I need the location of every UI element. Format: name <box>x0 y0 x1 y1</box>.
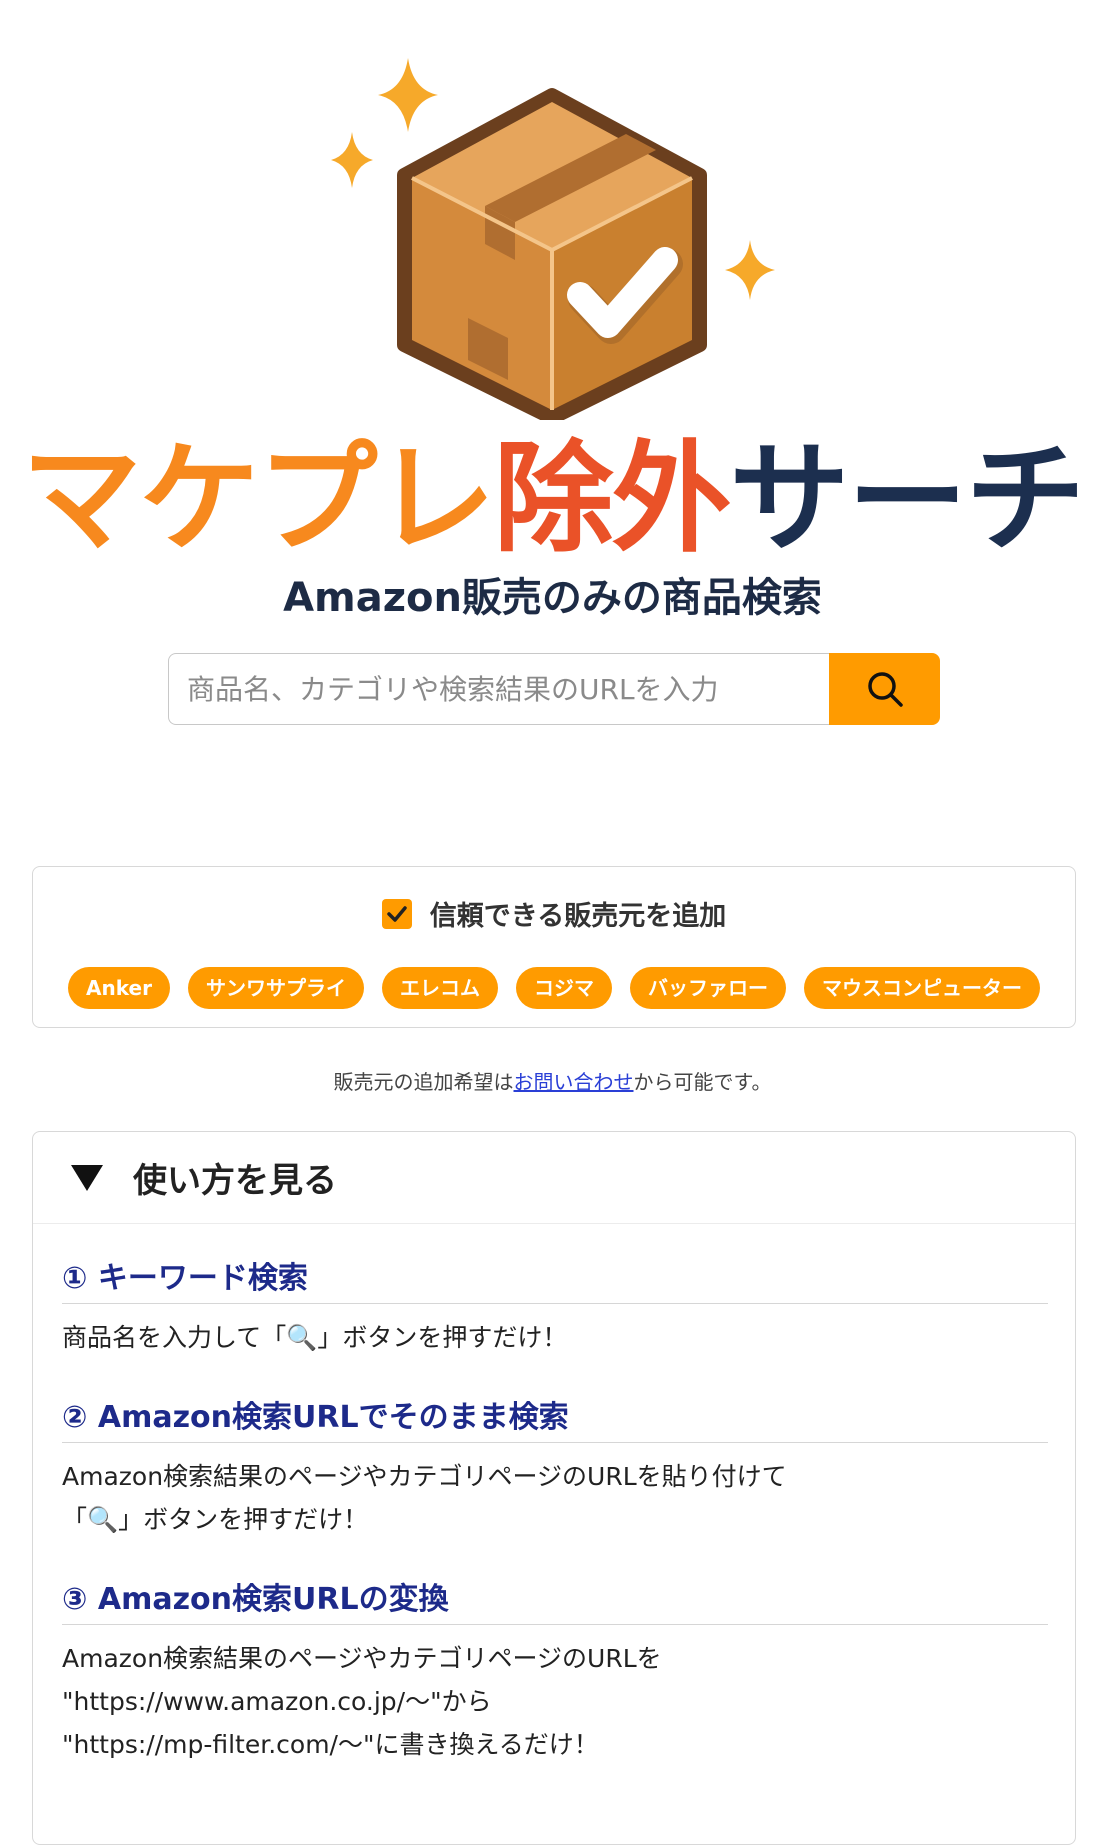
subtitle: Amazon販売のみの商品検索 <box>283 575 822 621</box>
howto-toggle-label: 使い方を見る <box>133 1161 337 1201</box>
check-icon <box>387 905 407 922</box>
seller-tag-mouse-computer[interactable]: マウスコンピューター <box>803 967 1040 1009</box>
title-part-1: マケプレ <box>21 430 496 569</box>
howto-step-1: ① キーワード検索 商品名を入力して「🔍」ボタンを押すだけ！ <box>62 1259 1048 1359</box>
step-text: Amazon検索結果のページやカテゴリページのURLを貼り付けて <box>62 1462 787 1491</box>
title-part-2: 除外 <box>493 430 732 569</box>
note-text-after: から可能です。 <box>633 1070 772 1094</box>
seller-request-note: 販売元の追加希望はお問い合わせから可能です。 <box>0 1066 1105 1095</box>
step-text: Amazon検索結果のページやカテゴリページのURLを <box>62 1644 662 1673</box>
trusted-seller-label: 信頼できる販売元を追加 <box>429 901 727 932</box>
sparkle-icon <box>378 58 438 132</box>
search-button[interactable] <box>829 653 940 725</box>
search-bar <box>168 653 940 725</box>
trusted-seller-option[interactable]: 信頼できる販売元を追加 <box>33 894 1075 933</box>
search-icon <box>867 672 903 707</box>
seller-tag-buffalo[interactable]: バッファロー <box>629 967 786 1009</box>
howto-toggle[interactable]: 使い方を見る <box>33 1132 1075 1224</box>
seller-tag-kojima[interactable]: コジマ <box>515 967 612 1009</box>
contact-link[interactable]: お問い合わせ <box>514 1070 634 1094</box>
title-part-3: サーチ <box>729 430 1086 569</box>
site-title: マケプレ除外サーチ <box>0 430 1105 570</box>
step-heading: ① キーワード検索 <box>62 1259 1048 1304</box>
search-input[interactable] <box>168 653 829 725</box>
triangle-down-icon <box>71 1164 103 1191</box>
note-text-before: 販売元の追加希望は <box>333 1070 514 1094</box>
seller-tag-list: Anker サンワサプライ エレコム コジマ バッファロー マウスコンピューター <box>33 967 1075 1009</box>
howto-panel: 使い方を見る ① キーワード検索 商品名を入力して「🔍」ボタンを押すだけ！ ② … <box>32 1131 1076 1845</box>
seller-filter-panel: 信頼できる販売元を追加 Anker サンワサプライ エレコム コジマ バッファロ… <box>32 866 1076 1028</box>
sparkle-icon <box>331 132 373 188</box>
seller-tag-sanwa[interactable]: サンワサプライ <box>187 967 364 1009</box>
step-text: "https://www.amazon.co.jp/～"から <box>62 1687 492 1716</box>
step-text: "https://mp-filter.com/～"に書き換えるだけ！ <box>62 1730 599 1759</box>
step-heading: ③ Amazon検索URLの変換 <box>62 1580 1048 1625</box>
package-check-icon <box>331 58 775 420</box>
seller-tag-elecom[interactable]: エレコム <box>381 967 498 1009</box>
sparkle-icon <box>725 240 775 300</box>
howto-step-2: ② Amazon検索URLでそのまま検索 Amazon検索結果のページやカテゴリ… <box>62 1398 1048 1541</box>
step-heading: ② Amazon検索URLでそのまま検索 <box>62 1398 1048 1443</box>
seller-tag-anker[interactable]: Anker <box>68 967 170 1009</box>
howto-step-3: ③ Amazon検索URLの変換 Amazon検索結果のページやカテゴリページの… <box>62 1580 1048 1766</box>
step-text: 「🔍」ボタンを押すだけ！ <box>62 1505 369 1534</box>
trusted-seller-checkbox[interactable] <box>381 898 412 929</box>
step-text: 商品名を入力して「🔍」ボタンを押すだけ！ <box>62 1323 568 1352</box>
